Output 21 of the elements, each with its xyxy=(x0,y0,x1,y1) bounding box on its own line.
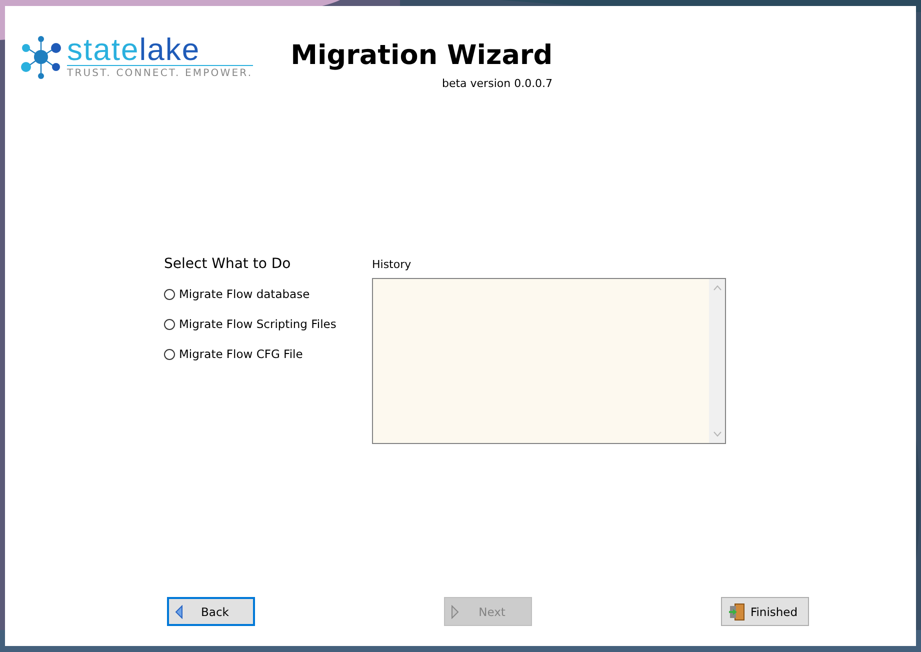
radio-button[interactable] xyxy=(164,348,175,360)
radio-button[interactable] xyxy=(164,318,175,330)
radio-option[interactable]: Migrate Flow CFG File xyxy=(164,347,332,361)
wizard-title: Migration Wizard xyxy=(290,40,553,71)
back-button[interactable]: Back xyxy=(167,597,255,626)
history-box[interactable] xyxy=(372,278,726,444)
section-heading: Select What to Do xyxy=(164,256,292,272)
scrollbar[interactable] xyxy=(709,279,725,443)
radio-button[interactable] xyxy=(164,288,175,300)
version-label: beta version 0.0.0.7 xyxy=(442,77,553,90)
scroll-down-icon[interactable] xyxy=(712,431,722,437)
network-logo-icon xyxy=(19,34,63,78)
scroll-up-icon[interactable] xyxy=(712,285,722,291)
logo-wordmark: statelake xyxy=(67,34,253,66)
finished-button[interactable]: Finished xyxy=(721,597,809,626)
exit-door-icon xyxy=(728,602,746,620)
left-arrow-icon xyxy=(175,604,183,618)
logo-tagline: TRUST. CONNECT. EMPOWER. xyxy=(67,68,253,79)
radio-option[interactable]: Migrate Flow database xyxy=(164,287,332,301)
right-arrow-icon xyxy=(451,604,459,618)
history-label: History xyxy=(372,258,412,271)
